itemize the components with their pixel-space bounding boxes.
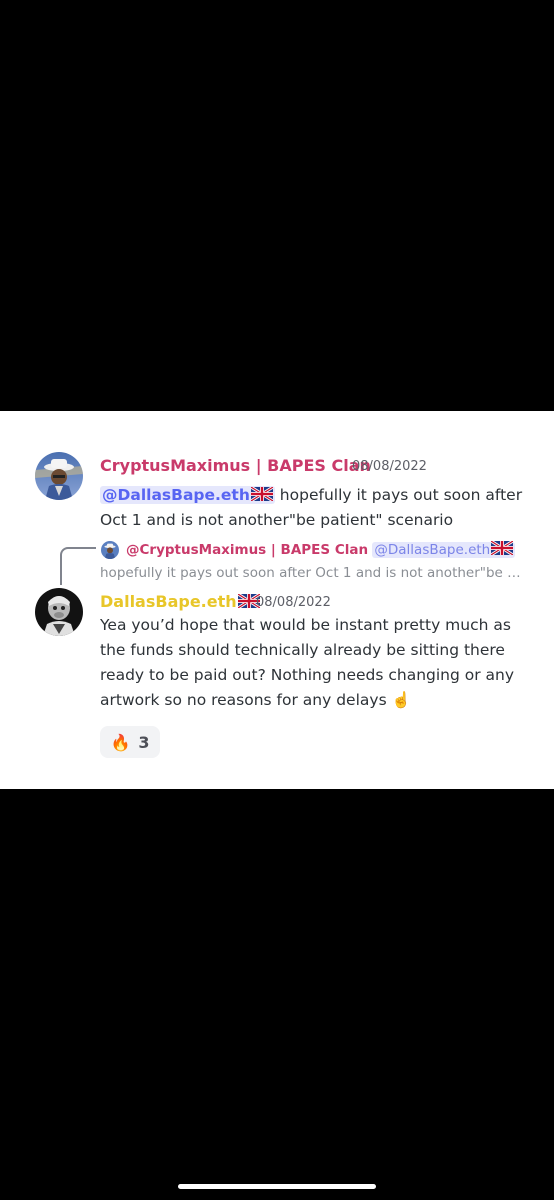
message-author-dallasbape[interactable]: DallasBape.eth — [100, 592, 261, 612]
reply-preview[interactable]: hopefully it pays out soon after Oct 1 a… — [100, 563, 520, 583]
pointing-up-emoji: ☝️ — [391, 691, 411, 709]
message-timestamp: 08/08/2022 — [352, 459, 427, 474]
message-line: ready to be paid out? Nothing needs chan… — [100, 666, 515, 684]
message-text: hopefully it pays out soon after — [274, 486, 523, 504]
reply-username[interactable]: @CryptusMaximus | BAPES Clan — [126, 542, 368, 558]
uk-flag-icon — [250, 484, 274, 503]
reply-header[interactable]: @CryptusMaximus | BAPES Clan @DallasBape… — [126, 539, 516, 561]
message-line: @DallasBape.eth hopefully it pays out so… — [100, 483, 530, 508]
message-author-cryptusmaximus[interactable]: CryptusMaximus | BAPES Clan — [100, 456, 371, 476]
screenshot-page: CryptusMaximus | BAPES Clan 08/08/2022 @… — [0, 0, 554, 1200]
mention-text: @DallasBape.eth — [102, 486, 250, 504]
uk-flag-icon — [490, 539, 515, 557]
message-body: Yea you’d hope that would be instant pre… — [100, 613, 540, 713]
author-name: DallasBape.eth — [100, 592, 237, 611]
chat-panel: CryptusMaximus | BAPES Clan 08/08/2022 @… — [0, 411, 554, 789]
message-line: artwork so no reasons for any delays ☝️ — [100, 688, 540, 713]
reply-mention-text: @DallasBape.eth — [374, 542, 491, 558]
message-line: the funds should technically already be … — [100, 641, 505, 659]
user-mention[interactable]: @DallasBape.eth — [100, 484, 275, 504]
reply-mention[interactable]: @DallasBape.eth — [372, 539, 516, 558]
avatar-dallasbape[interactable] — [35, 588, 83, 636]
message-body: @DallasBape.eth hopefully it pays out so… — [100, 483, 530, 533]
home-indicator[interactable] — [178, 1184, 376, 1189]
reply-avatar[interactable] — [101, 541, 119, 559]
reply-connector — [60, 547, 96, 585]
message-text: artwork so no reasons for any delays — [100, 691, 387, 709]
message-line: Yea you’d hope that would be instant pre… — [100, 616, 511, 634]
message-line: Oct 1 and is not another"be patient" sce… — [100, 511, 454, 529]
avatar-cryptusmaximus[interactable] — [35, 452, 83, 500]
fire-emoji-icon: 🔥 — [110, 732, 131, 752]
message-timestamp: 08/08/2022 — [256, 595, 331, 610]
reaction-fire[interactable]: 🔥 3 — [100, 726, 160, 758]
reaction-count: 3 — [138, 732, 150, 752]
